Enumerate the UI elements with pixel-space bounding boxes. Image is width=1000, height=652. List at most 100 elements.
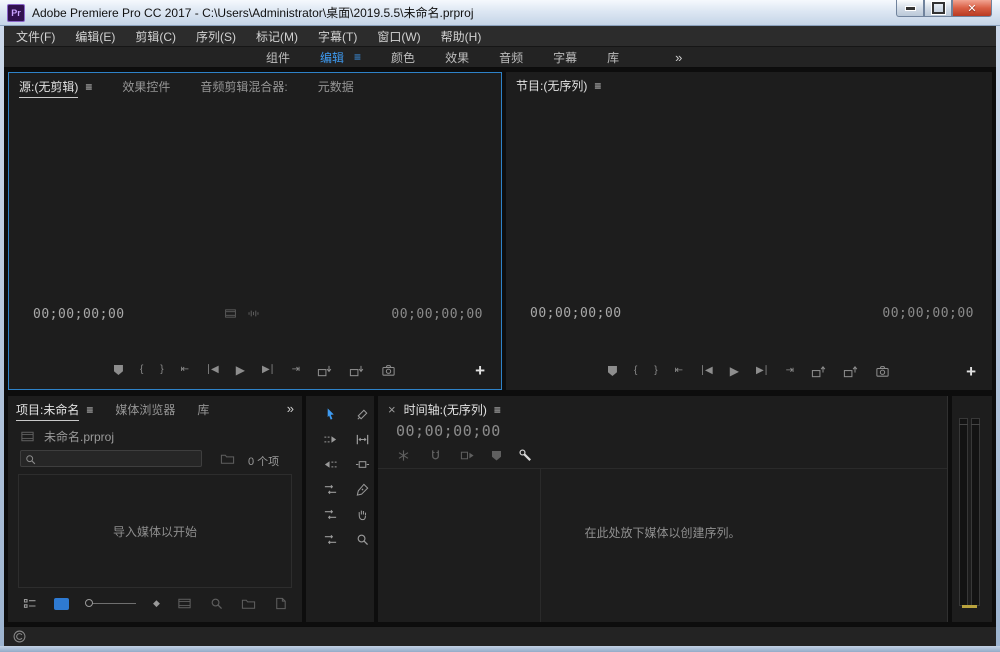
rate-stretch-tool[interactable] (323, 532, 338, 547)
source-timecode-current: 00;00;00;00 (33, 305, 125, 323)
add-marker-icon[interactable] (114, 365, 123, 375)
goto-in-icon[interactable]: ⇤ (675, 366, 683, 376)
panel-menu-icon[interactable]: ≡ (85, 80, 92, 94)
zoom-tool[interactable] (355, 532, 370, 547)
extract-icon[interactable] (843, 364, 858, 379)
drag-audio-only-icon[interactable] (247, 307, 260, 320)
tab-metadata[interactable]: 元数据 (318, 78, 354, 95)
zoom-slider[interactable] (86, 603, 136, 604)
search-input[interactable] (39, 451, 201, 468)
program-tab-row: 节目:(无序列)≡ (506, 72, 992, 98)
drag-video-only-icon[interactable] (224, 307, 237, 320)
menu-titles[interactable]: 字幕(T) (318, 28, 357, 45)
export-frame-icon[interactable] (381, 363, 396, 378)
workspace-tab-editing[interactable]: 编辑 (320, 49, 344, 66)
add-marker-icon[interactable] (492, 451, 501, 461)
menu-edit[interactable]: 编辑(E) (75, 28, 115, 45)
tab-media-browser[interactable]: 媒体浏览器 (115, 401, 175, 418)
icon-view-icon[interactable] (54, 598, 69, 610)
workspace-tab-assembly[interactable]: 组件 (266, 49, 290, 66)
tab-project[interactable]: 项目:未命名≡ (16, 401, 93, 418)
step-forward-icon[interactable]: ▶∣ (262, 365, 275, 375)
mark-out-icon[interactable]: } (654, 366, 657, 376)
find-icon[interactable] (209, 596, 224, 611)
track-select-forward-tool[interactable] (323, 432, 338, 447)
goto-out-icon[interactable]: ⇥ (292, 365, 300, 375)
pen-tool[interactable] (355, 482, 370, 497)
button-editor-icon[interactable]: + (475, 362, 485, 379)
tab-libraries[interactable]: 库 (197, 401, 209, 418)
insert-icon[interactable] (317, 363, 332, 378)
track-select-backward-tool[interactable] (323, 457, 338, 472)
program-timecode-current: 00;00;00;00 (530, 304, 622, 322)
slip-tool[interactable] (323, 507, 338, 522)
export-frame-icon[interactable] (875, 364, 890, 379)
panel-menu-icon[interactable]: ≡ (594, 79, 601, 93)
rolling-edit-tool[interactable] (355, 457, 370, 472)
menu-clip[interactable]: 剪辑(C) (135, 28, 176, 45)
tab-audio-clip-mixer[interactable]: 音频剪辑混合器: (200, 78, 287, 95)
workspace-tab-color[interactable]: 颜色 (391, 49, 415, 66)
close-button[interactable]: ✕ (952, 0, 992, 17)
workspace-tab-libraries[interactable]: 库 (607, 49, 619, 66)
hand-tool[interactable] (355, 507, 370, 522)
goto-in-icon[interactable]: ⇤ (181, 365, 189, 375)
panel-menu-icon[interactable]: ≡ (494, 403, 501, 417)
mark-in-icon[interactable]: { (140, 365, 143, 375)
minimize-button[interactable] (896, 0, 924, 17)
title-bar: Pr Adobe Premiere Pro CC 2017 - C:\Users… (0, 0, 1000, 26)
list-view-icon[interactable] (22, 596, 37, 611)
close-panel-icon[interactable]: × (388, 402, 396, 417)
mark-in-icon[interactable]: { (634, 366, 637, 376)
zoom-slider-knob[interactable] (85, 599, 93, 607)
project-empty-area[interactable]: 导入媒体以开始 (18, 474, 292, 588)
menu-markers[interactable]: 标记(M) (256, 28, 298, 45)
source-drag-icons (224, 307, 260, 320)
workspace-tab-titles[interactable]: 字幕 (553, 49, 577, 66)
workspace-tab-audio[interactable]: 音频 (499, 49, 523, 66)
lift-icon[interactable] (811, 364, 826, 379)
workspace-tab-effects[interactable]: 效果 (445, 49, 469, 66)
razor-tool[interactable] (355, 407, 370, 422)
maximize-button[interactable] (924, 0, 952, 17)
tab-effect-controls[interactable]: 效果控件 (122, 78, 170, 95)
workspace-menu-icon[interactable]: ≡ (354, 50, 361, 64)
panel-overflow-icon[interactable]: » (287, 401, 294, 416)
ripple-edit-tool[interactable] (355, 432, 370, 447)
add-marker-icon[interactable] (608, 366, 617, 376)
play-icon[interactable]: ▶ (730, 365, 739, 377)
timeline-timecode[interactable]: 00;00;00;00 (396, 422, 501, 440)
nest-sequence-icon[interactable] (396, 448, 411, 463)
new-item-icon[interactable] (273, 596, 288, 611)
goto-out-icon[interactable]: ⇥ (786, 366, 794, 376)
timeline-track-divider[interactable] (540, 468, 541, 622)
search-bin-icon[interactable] (220, 451, 235, 466)
step-back-icon[interactable]: ∣◀ (206, 365, 219, 375)
menu-help[interactable]: 帮助(H) (441, 28, 482, 45)
step-back-icon[interactable]: ∣◀ (700, 366, 713, 376)
creative-cloud-sync-icon[interactable] (12, 629, 27, 644)
menu-file[interactable]: 文件(F) (16, 28, 55, 45)
step-forward-icon[interactable]: ▶∣ (756, 366, 769, 376)
mark-out-icon[interactable]: } (160, 365, 163, 375)
menu-sequence[interactable]: 序列(S) (196, 28, 236, 45)
snap-magnet-icon[interactable] (428, 448, 443, 463)
new-bin-icon[interactable] (241, 596, 256, 611)
linked-selection-icon[interactable] (460, 448, 475, 463)
window-title: Adobe Premiere Pro CC 2017 - C:\Users\Ad… (32, 4, 474, 21)
automate-to-sequence-icon[interactable] (177, 596, 192, 611)
slide-tool[interactable] (323, 482, 338, 497)
project-panel: 项目:未命名≡ 媒体浏览器 库 » 未命名.prproj 0 个项 导入媒体以开… (8, 396, 302, 622)
tab-timeline[interactable]: 时间轴:(无序列)≡ (404, 401, 501, 418)
timeline-settings-wrench-icon[interactable] (518, 448, 533, 463)
workspace-overflow-icon[interactable]: » (675, 50, 682, 65)
play-icon[interactable]: ▶ (236, 364, 245, 376)
overwrite-icon[interactable] (349, 363, 364, 378)
selection-tool[interactable] (323, 407, 338, 422)
sort-icons-icon[interactable]: ◆ (153, 598, 160, 609)
button-editor-icon[interactable]: + (966, 363, 976, 380)
menu-window[interactable]: 窗口(W) (377, 28, 420, 45)
tab-program[interactable]: 节目:(无序列)≡ (516, 77, 601, 94)
panel-menu-icon[interactable]: ≡ (86, 403, 93, 417)
tab-source[interactable]: 源:(无剪辑)≡ (19, 78, 92, 95)
